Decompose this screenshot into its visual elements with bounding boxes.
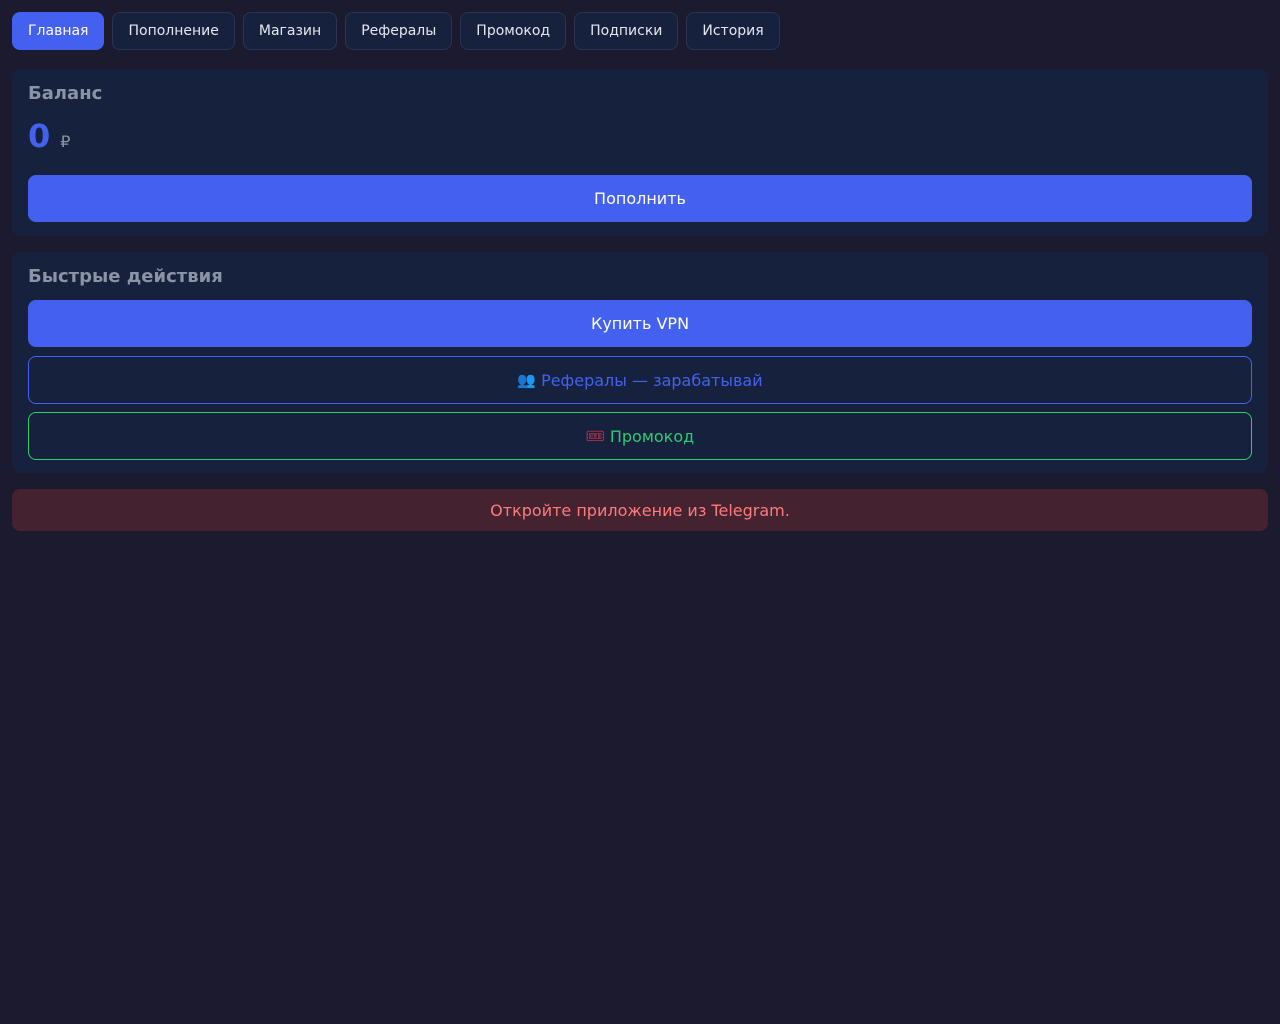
tab-promocode[interactable]: Промокод — [460, 12, 567, 50]
tab-shop[interactable]: Магазин — [242, 12, 338, 50]
balance-amount: 0 — [28, 117, 51, 155]
tab-bar: Главная Пополнение Магазин Рефералы Пром… — [12, 12, 780, 50]
ticket-icon: 🎟 — [585, 427, 605, 445]
referrals-button-label: Рефералы — зарабатывай — [541, 370, 763, 390]
referrals-button[interactable]: 👥 Рефералы — зарабатывай — [28, 356, 1252, 404]
currency-symbol: ₽ — [60, 132, 71, 151]
tab-referrals[interactable]: Рефералы — [345, 12, 453, 50]
telegram-error-alert: Откройте приложение из Telegram. — [12, 489, 1268, 531]
tab-subscriptions[interactable]: Подписки — [574, 12, 679, 50]
buy-vpn-button[interactable]: Купить VPN — [28, 300, 1252, 347]
balance-title: Баланс — [28, 83, 103, 104]
promocode-button[interactable]: 🎟 Промокод — [28, 412, 1252, 460]
tab-history[interactable]: История — [686, 12, 780, 50]
topup-button[interactable]: Пополнить — [28, 175, 1252, 222]
tab-topup[interactable]: Пополнение — [112, 12, 235, 50]
balance-card: Баланс 0 ₽ Пополнить — [12, 69, 1268, 236]
tab-home[interactable]: Главная — [12, 12, 105, 50]
quick-actions-title: Быстрые действия — [28, 266, 223, 287]
people-icon: 👥 — [517, 371, 537, 389]
promocode-button-label: Промокод — [609, 426, 695, 446]
quick-actions-card: Быстрые действия Купить VPN 👥 Рефералы —… — [12, 252, 1268, 473]
balance-row: 0 ₽ — [28, 117, 70, 155]
